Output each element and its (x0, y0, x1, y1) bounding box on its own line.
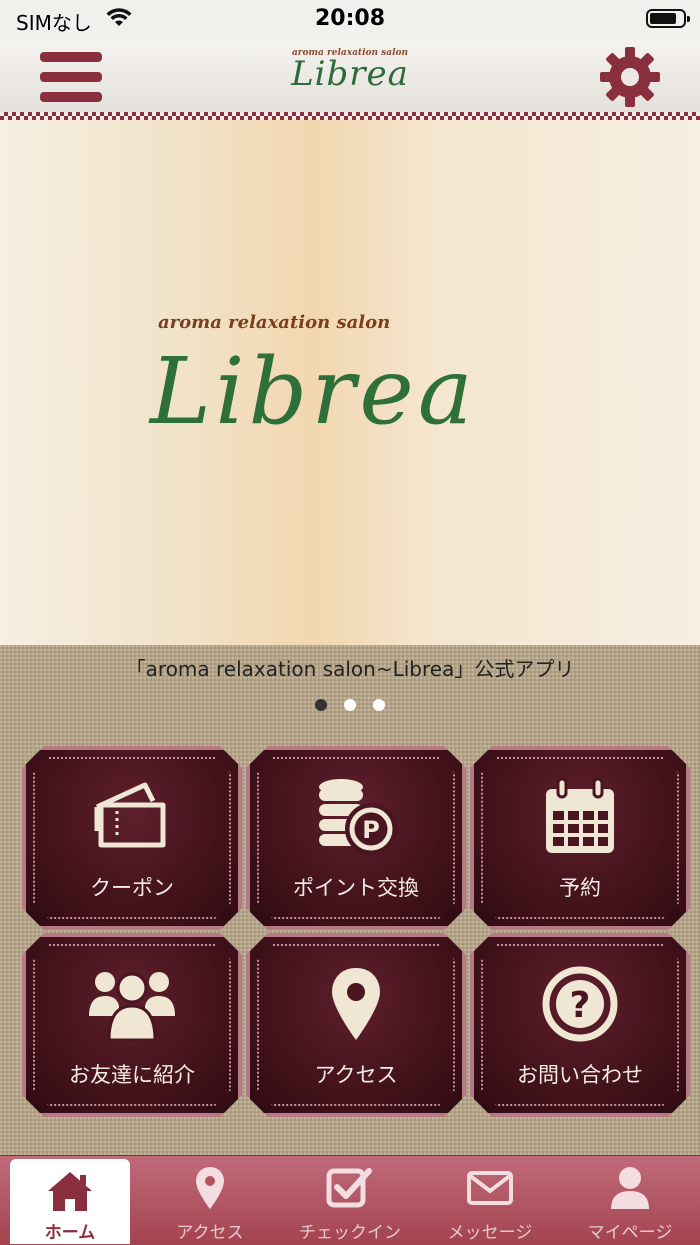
svg-text:P: P (362, 816, 380, 844)
tab-home[interactable]: ホーム (10, 1159, 130, 1244)
tile-label: アクセス (314, 1063, 398, 1087)
map-pin-icon (150, 1165, 270, 1211)
tile-label: クーポン (90, 876, 174, 900)
home-icon (10, 1169, 130, 1215)
gear-icon[interactable] (598, 45, 662, 109)
tile-label: お問い合わせ (517, 1063, 643, 1087)
hero-logo-title: Librea (150, 338, 477, 445)
tile-label: ポイント交換 (293, 876, 419, 900)
carousel-dot[interactable] (314, 699, 327, 711)
friends-group-icon (26, 963, 238, 1045)
tile-reservation[interactable]: 予約 (470, 746, 690, 930)
tile-access[interactable]: アクセス (246, 933, 466, 1117)
tab-checkin[interactable]: チェックイン (290, 1155, 410, 1244)
tab-mypage[interactable]: マイページ (570, 1155, 690, 1244)
tab-label: メッセージ (447, 1223, 533, 1243)
clock: 20:08 (314, 6, 386, 31)
tile-label: 予約 (559, 876, 601, 900)
envelope-icon (430, 1165, 550, 1211)
point-coins-icon: P (250, 776, 462, 858)
tile-refer-friend[interactable]: お友達に紹介 (22, 933, 242, 1117)
tile-label: お友達に紹介 (69, 1063, 195, 1087)
hero-logo-subtitle: aroma relaxation salon (158, 312, 391, 333)
calendar-icon (474, 776, 686, 858)
tile-contact[interactable]: ? お問い合わせ (470, 933, 690, 1117)
tab-access[interactable]: アクセス (150, 1155, 270, 1244)
battery-icon (646, 9, 690, 28)
header-logo: aroma relaxation salon Librea (0, 48, 700, 94)
tab-label: ホーム (44, 1223, 96, 1243)
tile-point-exchange[interactable]: P ポイント交換 (246, 746, 466, 930)
tile-coupon[interactable]: クーポン (22, 746, 242, 930)
checkin-checkbox-icon (290, 1165, 410, 1211)
tab-message[interactable]: メッセージ (430, 1155, 550, 1244)
svg-text:?: ? (570, 985, 591, 1026)
carousel-dot[interactable] (344, 699, 356, 711)
header-divider (0, 112, 700, 120)
tab-label: マイページ (587, 1223, 673, 1243)
carousel-dots[interactable] (0, 696, 700, 715)
user-icon (570, 1165, 690, 1211)
banner-caption: 「aroma relaxation salon~Librea」公式アプリ (125, 657, 575, 681)
question-icon: ? (474, 963, 686, 1045)
hero-banner[interactable]: aroma relaxation salon Librea (0, 120, 700, 645)
map-pin-icon (250, 963, 462, 1045)
status-bar: SIMなし 20:08 (0, 0, 700, 40)
tab-label: チェックイン (299, 1223, 401, 1243)
tab-label: アクセス (176, 1223, 244, 1243)
carousel-dot[interactable] (373, 699, 386, 711)
header-logo-title: Librea (291, 54, 409, 94)
coupon-ticket-icon (26, 776, 238, 858)
